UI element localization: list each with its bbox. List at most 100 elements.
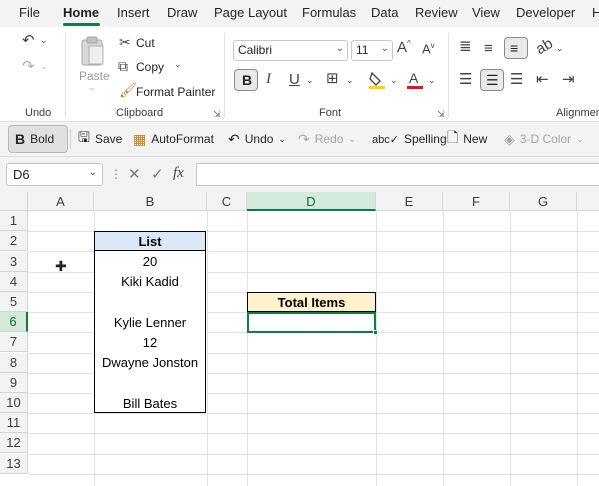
select-all-corner[interactable] xyxy=(0,192,28,211)
menu-insert[interactable]: Insert xyxy=(117,5,150,20)
toolbar-new-button[interactable]: 🗋 New xyxy=(441,125,493,153)
redo-dropdown-icon[interactable]: ⌄ xyxy=(40,62,48,71)
clipboard-launcher-icon[interactable]: ⇲ xyxy=(213,109,221,120)
underline-dropdown-icon[interactable]: ⌄ xyxy=(306,76,314,85)
increase-font-icon[interactable]: A^ xyxy=(397,40,411,56)
menu-draw[interactable]: Draw xyxy=(167,5,197,20)
row-header-6[interactable]: 6 xyxy=(0,312,28,332)
middle-align-icon[interactable]: ≡ xyxy=(484,41,493,56)
toolbar-redo-button[interactable]: ↷ Redo ⌄ xyxy=(292,125,362,153)
cut-button[interactable]: Cut xyxy=(136,36,155,50)
increase-indent-icon[interactable]: ⇥ xyxy=(562,72,575,87)
copy-icon[interactable]: ⧉ xyxy=(118,59,128,73)
menu-review[interactable]: Review xyxy=(415,5,458,20)
list-cell-b8[interactable]: Dwayne Jonston xyxy=(94,353,206,373)
list-header-cell[interactable]: List xyxy=(94,231,206,251)
font-name-combo[interactable]: Calibri ⌄ xyxy=(233,40,348,61)
underline-button[interactable]: U xyxy=(289,72,300,87)
list-cell-b9[interactable] xyxy=(94,373,206,393)
font-size-combo[interactable]: 11 ⌄ xyxy=(351,40,393,61)
insert-function-icon[interactable]: fx xyxy=(173,165,184,182)
format-painter-button[interactable]: Format Painter xyxy=(136,85,215,99)
menu-file[interactable]: File xyxy=(19,5,40,20)
row-header-10[interactable]: 10 xyxy=(0,393,28,413)
font-color-dropdown-icon[interactable]: ⌄ xyxy=(428,76,436,85)
menu-help[interactable]: H xyxy=(592,5,599,20)
name-box[interactable]: D6 ⌄ xyxy=(6,163,103,186)
toolbar-spelling-button[interactable]: abc✓ Spelling xyxy=(366,125,453,153)
list-cell-b5[interactable] xyxy=(94,292,206,312)
font-color-icon[interactable]: A xyxy=(406,70,424,90)
list-cell-b7[interactable]: 12 xyxy=(94,333,206,353)
list-cell-b10[interactable]: Bill Bates xyxy=(94,394,206,414)
copy-dropdown-icon[interactable]: ⌄ xyxy=(174,60,182,69)
enter-icon[interactable]: ✓ xyxy=(151,165,164,183)
top-align-icon[interactable]: ≣ xyxy=(459,39,472,54)
copy-button[interactable]: Copy xyxy=(136,60,164,74)
row-header-11[interactable]: 11 xyxy=(0,413,28,433)
row-header-13[interactable]: 13 xyxy=(0,454,28,474)
align-right-icon[interactable]: ☰ xyxy=(510,72,523,87)
italic-button[interactable]: I xyxy=(266,72,271,87)
more-options-icon[interactable]: ⋮ xyxy=(110,167,122,181)
column-header-f[interactable]: F xyxy=(443,192,510,211)
align-center-button[interactable]: ☰ xyxy=(480,69,504,91)
list-cell-b6[interactable]: Kylie Lenner xyxy=(94,313,206,333)
column-header-e[interactable]: E xyxy=(376,192,443,211)
row-header-12[interactable]: 12 xyxy=(0,433,28,453)
fill-handle[interactable] xyxy=(373,330,378,335)
row-header-8[interactable]: 8 xyxy=(0,353,28,373)
menu-page-layout[interactable]: Page Layout xyxy=(214,5,287,20)
list-cell-b4[interactable]: Kiki Kadid xyxy=(94,272,206,292)
row-header-9[interactable]: 9 xyxy=(0,373,28,393)
toolbar-3d-color-button[interactable]: ◈ 3-D Color ⌄ xyxy=(498,125,590,153)
row-header-2[interactable]: 2 xyxy=(0,231,28,251)
paste-button[interactable]: Paste xyxy=(79,69,110,83)
menu-view[interactable]: View xyxy=(472,5,500,20)
borders-icon[interactable]: ⊞ xyxy=(326,71,339,86)
scissors-icon[interactable]: ✂ xyxy=(119,35,131,49)
row-header-5[interactable]: 5 xyxy=(0,292,28,312)
orientation-dropdown-icon[interactable]: ⌄ xyxy=(556,44,564,53)
row-header-7[interactable]: 7 xyxy=(0,332,28,352)
row-header-3[interactable]: 3 xyxy=(0,252,28,272)
orientation-icon[interactable]: ab xyxy=(533,35,556,58)
chevron-down-icon: ⌄ xyxy=(335,43,344,54)
fill-color-dropdown-icon[interactable]: ⌄ xyxy=(390,76,398,85)
toolbar-save-button[interactable]: 🖫 Save xyxy=(72,125,128,153)
toolbar-bold-button[interactable]: B Bold xyxy=(8,125,68,153)
column-header-d[interactable]: D xyxy=(247,192,376,211)
menu-home[interactable]: Home xyxy=(63,5,99,20)
align-left-icon[interactable]: ☰ xyxy=(459,72,472,87)
formula-input[interactable] xyxy=(196,163,599,186)
undo-dropdown-icon[interactable]: ⌄ xyxy=(40,36,48,45)
undo-icon[interactable]: ↶ xyxy=(22,33,35,48)
cancel-icon[interactable]: ✕ xyxy=(128,165,141,183)
decrease-font-icon[interactable]: Av xyxy=(422,42,435,56)
spreadsheet-grid[interactable]: A B C D E F G 1 2 3 4 5 6 7 8 9 10 11 12… xyxy=(0,192,599,486)
column-header-g[interactable]: G xyxy=(510,192,577,211)
column-header-b[interactable]: B xyxy=(94,192,207,211)
toolbar-autoformat-button[interactable]: ▦ AutoFormat xyxy=(127,125,220,153)
column-header-h[interactable] xyxy=(577,192,599,211)
menu-formulas[interactable]: Formulas xyxy=(302,5,356,20)
row-header-1[interactable]: 1 xyxy=(0,211,28,231)
menu-developer[interactable]: Developer xyxy=(516,5,575,20)
decrease-indent-icon[interactable]: ⇤ xyxy=(536,72,549,87)
menu-data[interactable]: Data xyxy=(371,5,398,20)
paste-icon[interactable] xyxy=(80,35,106,67)
toolbar-undo-button[interactable]: ↶ Undo ⌄ xyxy=(222,125,292,153)
redo-icon[interactable]: ↷ xyxy=(22,59,35,74)
fill-color-icon[interactable] xyxy=(368,70,386,90)
total-items-header-cell[interactable]: Total Items xyxy=(247,292,376,312)
format-painter-icon[interactable]: 🖌 xyxy=(119,83,137,97)
paste-dropdown-icon[interactable]: ⌄ xyxy=(88,83,96,92)
bold-button[interactable]: B xyxy=(234,69,258,91)
row-header-4[interactable]: 4 xyxy=(0,272,28,292)
column-header-c[interactable]: C xyxy=(207,192,247,211)
column-header-a[interactable]: A xyxy=(28,192,94,211)
bottom-align-button[interactable]: ≡ xyxy=(504,37,528,59)
borders-dropdown-icon[interactable]: ⌄ xyxy=(346,76,354,85)
font-launcher-icon[interactable]: ⇲ xyxy=(437,109,445,120)
list-cell-b3[interactable]: 20 xyxy=(94,252,206,272)
